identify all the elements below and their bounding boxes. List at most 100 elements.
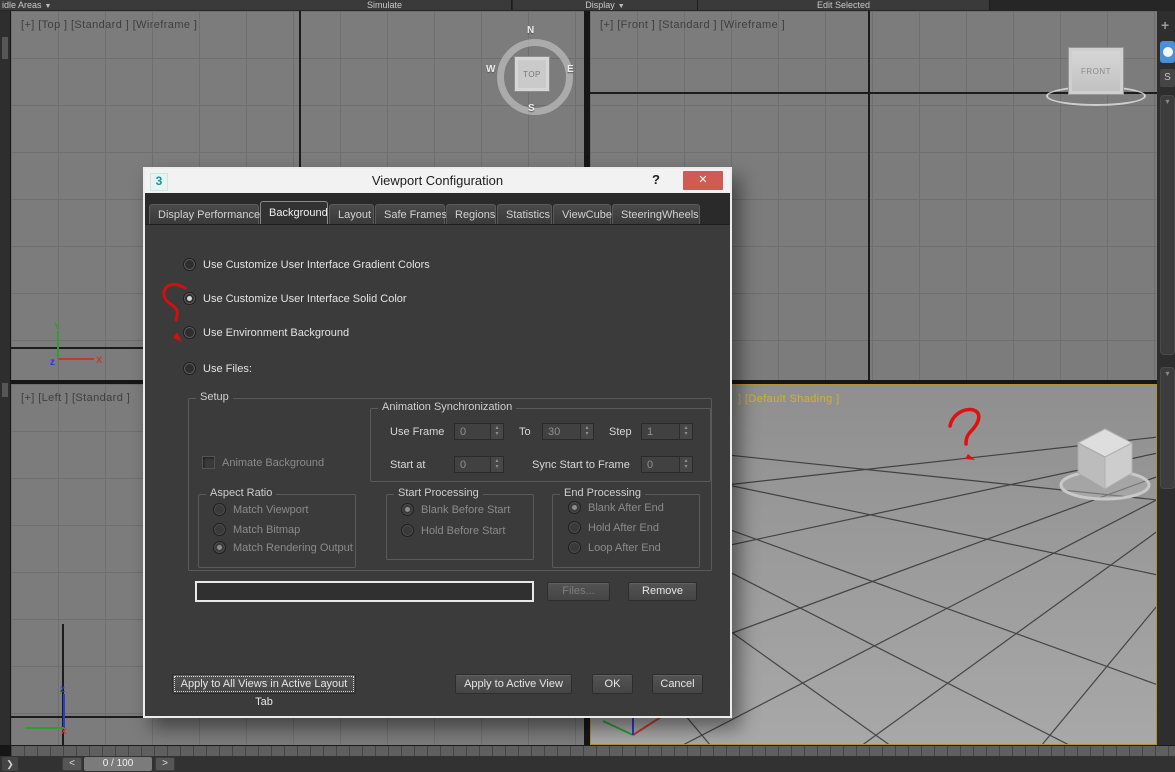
end-processing-group-label: End Processing bbox=[560, 487, 646, 499]
dialog-title: Viewport Configuration bbox=[371, 173, 504, 188]
viewcube-front-face[interactable]: FRONT bbox=[1068, 47, 1124, 95]
aspect-ratio-group-label: Aspect Ratio bbox=[206, 487, 277, 499]
axis-tripod-icon: z x bbox=[25, 684, 67, 736]
plus-icon[interactable]: + bbox=[1161, 17, 1169, 33]
tab-viewcube[interactable]: ViewCube bbox=[553, 204, 612, 224]
radio-icon bbox=[568, 501, 581, 514]
radio-icon[interactable] bbox=[183, 362, 196, 375]
background-file-input[interactable] bbox=[195, 581, 534, 602]
option-match-bitmap: Match Bitmap bbox=[213, 523, 300, 536]
viewcube-top-face[interactable]: TOP bbox=[514, 56, 550, 92]
menu-item-display[interactable]: Display ▼ bbox=[513, 0, 698, 10]
option-label: Match Rendering Output bbox=[233, 541, 353, 554]
timeline-ruler[interactable] bbox=[11, 745, 1175, 756]
start-processing-group-label: Start Processing bbox=[394, 487, 483, 499]
option-hold-after-end: Hold After End bbox=[568, 521, 659, 534]
current-frame-display[interactable]: 0 / 100 bbox=[84, 757, 152, 771]
animation-sync-group-label: Animation Synchronization bbox=[378, 401, 517, 413]
svg-text:X: X bbox=[96, 355, 102, 365]
radio-icon[interactable] bbox=[183, 326, 196, 339]
compass-south[interactable]: S bbox=[528, 103, 535, 114]
next-frame-button[interactable]: > bbox=[155, 757, 175, 771]
tab-statistics[interactable]: Statistics bbox=[497, 204, 552, 224]
scroll-track[interactable] bbox=[1160, 95, 1175, 355]
apply-active-view-button[interactable]: Apply to Active View bbox=[455, 674, 572, 694]
s-rollout-label[interactable]: S bbox=[1160, 69, 1175, 87]
compass-north[interactable]: N bbox=[527, 25, 534, 36]
option-environment-background[interactable]: Use Environment Background bbox=[183, 326, 349, 339]
left-toolbar-sliver bbox=[0, 11, 10, 745]
svg-text:z: z bbox=[60, 684, 65, 695]
animate-background-checkbox-row: Animate Background bbox=[202, 456, 324, 469]
step-label: Step bbox=[609, 426, 632, 438]
viewcube-3d-icon[interactable] bbox=[1059, 423, 1157, 505]
radio-icon[interactable] bbox=[183, 258, 196, 271]
spinner-arrows-icon bbox=[490, 457, 503, 472]
option-use-files[interactable]: Use Files: bbox=[183, 362, 252, 375]
viewport-left-label[interactable]: [+] [Left ] [Standard ] bbox=[21, 392, 130, 404]
svg-text:Y: Y bbox=[54, 321, 60, 331]
viewport-perspective-label[interactable]: ] [Default Shading ] bbox=[738, 393, 840, 405]
radio-icon[interactable] bbox=[183, 292, 196, 305]
option-blank-after-end: Blank After End bbox=[568, 501, 664, 514]
svg-text:z: z bbox=[50, 357, 55, 368]
menu-item-edit-selected[interactable]: Edit Selected bbox=[698, 0, 990, 10]
timeline-expand-icon[interactable] bbox=[2, 757, 18, 771]
menubar: idle Areas ▼ Simulate Display ▼ Edit Selec… bbox=[0, 0, 1175, 11]
option-label: Match Viewport bbox=[233, 503, 309, 516]
option-solid-color[interactable]: Use Customize User Interface Solid Color bbox=[183, 292, 407, 305]
option-match-rendering-output: Match Rendering Output bbox=[213, 541, 353, 554]
close-button[interactable]: ✕ bbox=[683, 171, 723, 190]
dialog-titlebar[interactable]: 3 Viewport Configuration ? ✕ bbox=[145, 169, 730, 193]
option-gradient-colors[interactable]: Use Customize User Interface Gradient Co… bbox=[183, 258, 430, 271]
apply-all-views-button[interactable]: Apply to All Views in Active Layout Tab bbox=[172, 674, 356, 708]
checkbox-label: Animate Background bbox=[222, 456, 325, 469]
tab-regions[interactable]: Regions bbox=[446, 204, 496, 224]
tab-display-performance[interactable]: Display Performance bbox=[149, 204, 260, 224]
tab-steeringwheels[interactable]: SteeringWheels bbox=[612, 204, 700, 224]
option-label: Loop After End bbox=[588, 541, 661, 554]
compass-west[interactable]: W bbox=[486, 64, 495, 75]
timeline-bar: < 0 / 100 > bbox=[0, 756, 1175, 772]
close-icon: ✕ bbox=[698, 174, 708, 186]
radio-icon bbox=[213, 541, 226, 554]
viewport-top-label[interactable]: [+] [Top ] [Standard ] [Wireframe ] bbox=[21, 19, 197, 31]
tab-safe-frames[interactable]: Safe Frames bbox=[375, 204, 447, 224]
tab-layout[interactable]: Layout bbox=[329, 204, 374, 224]
viewport-front-label[interactable]: [+] [Front ] [Standard ] [Wireframe ] bbox=[600, 19, 785, 31]
radio-icon bbox=[213, 523, 226, 536]
viewcube-compass[interactable]: N W E S TOP bbox=[486, 25, 575, 115]
option-label: Use Customize User Interface Solid Color bbox=[203, 292, 407, 305]
option-blank-before-start: Blank Before Start bbox=[401, 503, 510, 516]
help-icon[interactable]: ? bbox=[652, 172, 660, 187]
scroll-track[interactable] bbox=[1160, 367, 1175, 489]
compass-east[interactable]: E bbox=[567, 64, 574, 75]
menu-label: idle Areas bbox=[2, 0, 42, 10]
menu-label: Simulate bbox=[366, 0, 402, 10]
cancel-button[interactable]: Cancel bbox=[652, 674, 703, 694]
viewport-configuration-dialog: 3 Viewport Configuration ? ✕ Display Per… bbox=[143, 167, 732, 718]
start-at-label: Start at bbox=[390, 459, 426, 471]
option-label: Hold After End bbox=[588, 521, 659, 534]
previous-frame-button[interactable]: < bbox=[62, 757, 82, 771]
option-label: Hold Before Start bbox=[421, 524, 506, 537]
tab-background[interactable]: Background bbox=[260, 201, 328, 224]
option-label: Use Environment Background bbox=[203, 326, 350, 339]
spinner-arrows-icon bbox=[490, 424, 503, 439]
option-label: Use Files: bbox=[203, 362, 252, 375]
to-spinner: 30 bbox=[542, 423, 594, 440]
screen: idle Areas ▼ Simulate Display ▼ Edit Selec… bbox=[0, 0, 1175, 772]
option-hold-before-start: Hold Before Start bbox=[401, 524, 505, 537]
option-label: Match Bitmap bbox=[233, 523, 301, 536]
spinner-arrows-icon bbox=[580, 424, 593, 439]
svg-text:x: x bbox=[61, 726, 67, 736]
radio-icon bbox=[213, 503, 226, 516]
start-at-spinner: 0 bbox=[454, 456, 504, 473]
sync-start-spinner: 0 bbox=[641, 456, 693, 473]
tool-icon[interactable] bbox=[1160, 41, 1175, 63]
ok-button[interactable]: OK bbox=[592, 674, 633, 694]
menu-item-simulate[interactable]: Simulate bbox=[258, 0, 512, 10]
menu-item-idle-areas[interactable]: idle Areas ▼ bbox=[0, 0, 259, 10]
remove-button[interactable]: Remove bbox=[628, 582, 697, 601]
step-spinner: 1 bbox=[641, 423, 693, 440]
